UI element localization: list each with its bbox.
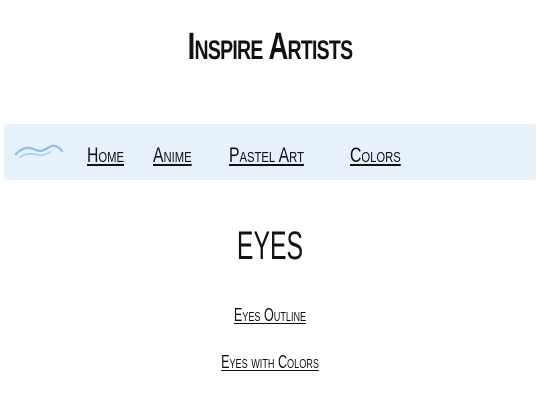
eyes-outline-link[interactable]: Eyes Outline: [81, 305, 459, 326]
brush-stroke-icon[interactable]: [14, 140, 64, 164]
site-title: Inspire Artists: [187, 26, 353, 68]
eyes-with-colors-link[interactable]: Eyes with Colors: [81, 352, 459, 373]
main-navbar: Home Anime Pastel Art Colors: [4, 124, 536, 180]
section-heading: EYES: [236, 224, 304, 268]
nav-link-home[interactable]: Home: [87, 144, 124, 168]
nav-link-pastel-art[interactable]: Pastel Art: [229, 144, 304, 168]
nav-link-colors[interactable]: Colors: [350, 144, 401, 168]
nav-link-anime[interactable]: Anime: [153, 144, 192, 168]
